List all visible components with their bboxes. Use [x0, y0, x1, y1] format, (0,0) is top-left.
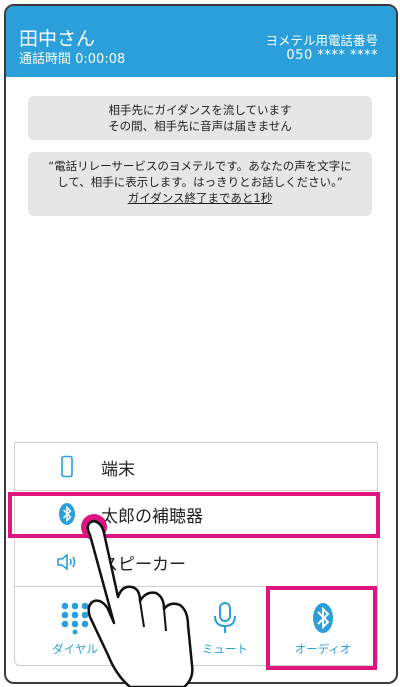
- guidance-line-2: その間、相手先に音声は届きません: [108, 119, 292, 133]
- tap-hand-icon: [81, 514, 194, 687]
- call-duration: 通話時間 0:00:08: [19, 52, 126, 67]
- service-number-label: ヨメテル用電話番号: [265, 33, 378, 48]
- guidance-notice: 相手先にガイダンスを流しています その間、相手先に音声は届きません: [28, 96, 372, 140]
- caller-name: 田中さん: [19, 28, 96, 50]
- call-header: 田中さん 通話時間 0:00:08 ヨメテル用電話番号 050 **** ***…: [6, 6, 396, 77]
- relay-line-1: “電話リレーサービスのヨメテルです。あなたの声を文字に: [48, 159, 352, 173]
- relay-guidance-message: “電話リレーサービスのヨメテルです。あなたの声を文字に して、相手に表示します。…: [28, 152, 372, 216]
- relay-line-2: して、相手に表示します。はっきりとお話しください。”: [57, 175, 343, 189]
- audio-option-label: 端末: [101, 460, 135, 480]
- guidance-countdown: ガイダンス終了まであと1秒: [127, 191, 273, 205]
- audio-option-device[interactable]: 端末: [15, 443, 377, 491]
- guidance-line-1: 相手先にガイダンスを流しています: [108, 103, 292, 117]
- service-number: 050 **** ****: [286, 48, 378, 63]
- phone-icon: [61, 455, 73, 478]
- highlight-audio-button: [266, 586, 377, 670]
